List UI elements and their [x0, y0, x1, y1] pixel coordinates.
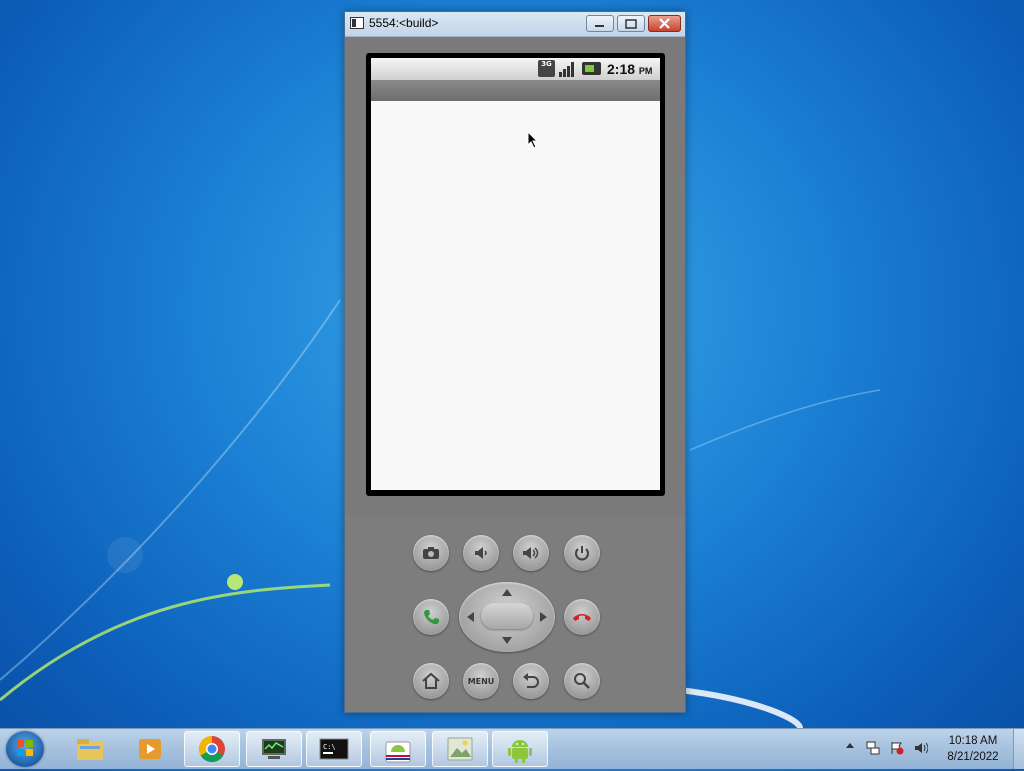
dpad-down-icon[interactable]	[502, 637, 512, 644]
command-prompt-icon: C:\	[319, 738, 349, 760]
menu-button-label: MENU	[467, 676, 495, 686]
media-player-icon	[139, 739, 161, 759]
network-label: 3G	[541, 60, 552, 68]
mouse-cursor-icon	[527, 131, 539, 149]
status-time-ampm: PM	[638, 66, 653, 76]
home-icon	[422, 672, 440, 689]
chrome-icon	[198, 735, 225, 763]
window-app-icon[interactable]	[350, 17, 364, 29]
network-tray-icon[interactable]	[866, 741, 880, 755]
taskbar-clock[interactable]: 10:18 AM 8/21/2022	[940, 733, 1006, 765]
close-icon	[659, 18, 670, 29]
home-button[interactable]	[413, 663, 449, 699]
taskbar-item-android-emulator[interactable]	[492, 731, 548, 767]
power-button[interactable]	[564, 535, 600, 571]
action-center-flag-icon[interactable]	[890, 741, 904, 755]
window-titlebar[interactable]: 5554:<build>	[345, 12, 685, 37]
dpad-center-button[interactable]	[481, 603, 533, 629]
battery-icon	[582, 62, 601, 75]
status-bar: 3G 2:18 PM	[371, 58, 660, 80]
minimize-icon	[595, 25, 604, 27]
dpad[interactable]	[459, 582, 555, 652]
taskbar-item-media-player[interactable]	[122, 731, 178, 767]
maximize-icon	[625, 19, 637, 29]
end-call-icon	[573, 614, 591, 621]
maximize-button[interactable]	[617, 15, 645, 32]
power-icon	[575, 546, 589, 561]
taskbar: C:\ 10:18 AM 8/21/2022	[0, 728, 1024, 769]
dpad-left-icon[interactable]	[467, 612, 474, 622]
app-content-area[interactable]	[371, 101, 660, 490]
taskbar-item-android-market[interactable]	[370, 731, 426, 767]
taskbar-item-chrome[interactable]	[184, 731, 240, 767]
back-icon	[523, 673, 539, 688]
menu-button[interactable]: MENU	[463, 663, 499, 699]
search-button[interactable]	[564, 663, 600, 699]
dpad-right-icon[interactable]	[540, 612, 547, 622]
volume-up-button[interactable]	[513, 535, 549, 571]
volume-tray-icon[interactable]	[914, 741, 928, 755]
svg-text:C:\: C:\	[323, 743, 336, 751]
status-time-value: 2:18	[607, 61, 636, 77]
clock-date: 8/21/2022	[947, 751, 999, 763]
phone-screen[interactable]: 3G 2:18 PM	[366, 53, 665, 496]
taskbar-item-explorer[interactable]	[62, 731, 118, 767]
clock-time: 10:18 AM	[948, 735, 998, 747]
phone-call-icon	[424, 610, 439, 625]
end-call-button[interactable]	[564, 599, 600, 635]
window-title: 5554:<build>	[369, 16, 439, 30]
back-button[interactable]	[513, 663, 549, 699]
camera-button[interactable]	[413, 535, 449, 571]
dpad-up-icon[interactable]	[502, 589, 512, 596]
show-desktop-button[interactable]	[1013, 729, 1024, 769]
signal-strength-icon	[559, 60, 577, 77]
hardware-keypad: MENU	[345, 515, 685, 712]
emulator-window: 5554:<build> 3G 2:18 PM MENU	[344, 11, 686, 713]
windows-explorer-icon	[77, 739, 103, 760]
camera-icon	[423, 547, 439, 559]
status-time: 2:18 PM	[607, 61, 652, 77]
image-viewer-icon	[447, 737, 473, 761]
taskbar-item-command-prompt[interactable]: C:\	[306, 731, 362, 767]
windows-logo-icon	[17, 740, 33, 756]
app-title-bar	[371, 80, 660, 101]
network-monitor-icon	[262, 739, 286, 759]
android-market-icon	[385, 741, 411, 763]
volume-down-button[interactable]	[463, 535, 499, 571]
volume-up-icon	[523, 547, 539, 559]
taskbar-item-network-monitor[interactable]	[246, 731, 302, 767]
taskbar-item-image-viewer[interactable]	[432, 731, 488, 767]
show-hidden-icons-icon[interactable]	[846, 743, 854, 748]
android-emulator-icon	[508, 740, 532, 763]
volume-down-icon	[475, 547, 487, 559]
close-button[interactable]	[648, 15, 681, 32]
search-icon	[574, 673, 590, 689]
call-button[interactable]	[413, 599, 449, 635]
3g-network-icon: 3G	[538, 60, 555, 77]
minimize-button[interactable]	[586, 15, 614, 32]
start-button[interactable]	[6, 731, 44, 767]
